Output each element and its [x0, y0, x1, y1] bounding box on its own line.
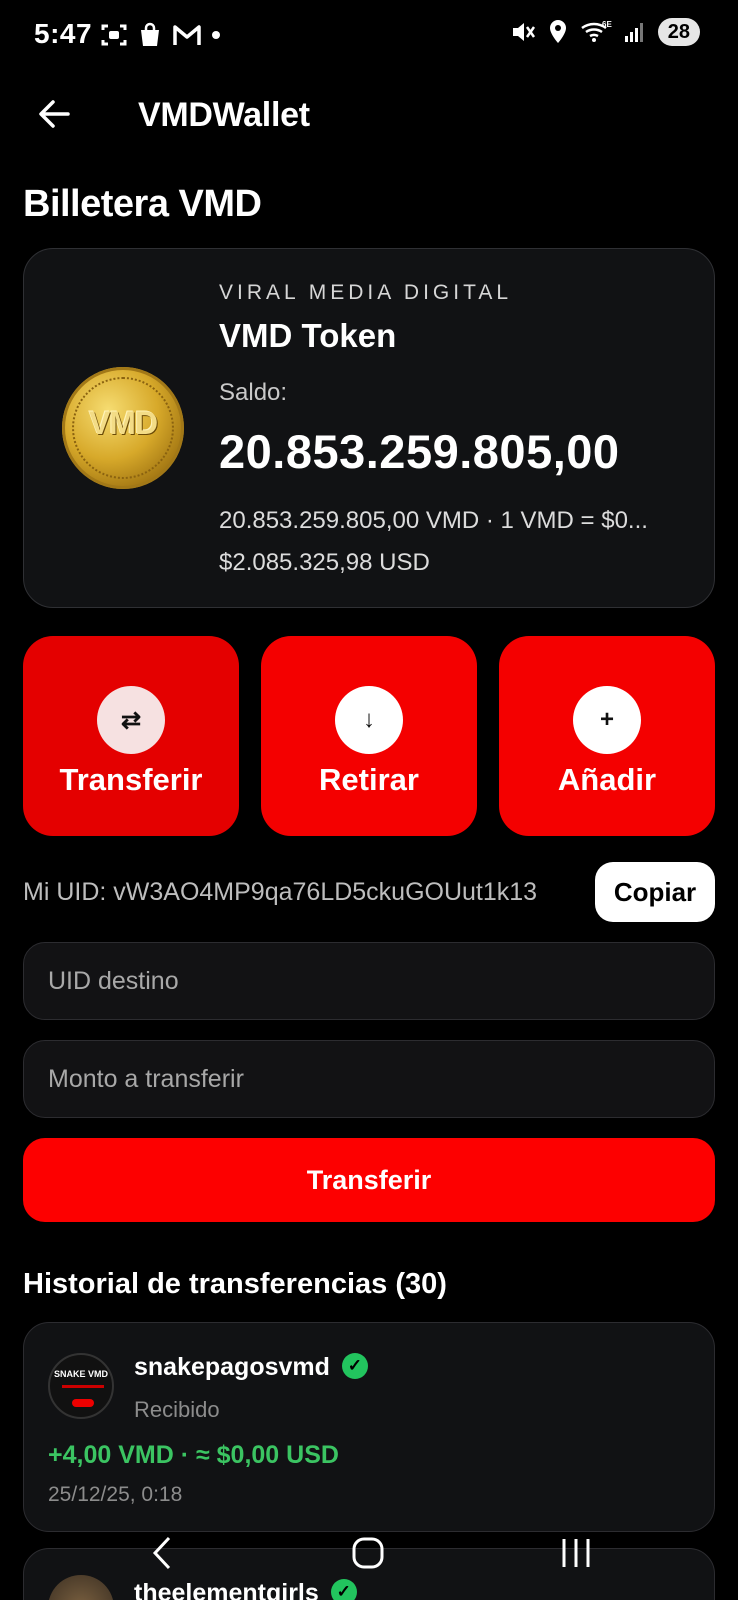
battery-icon: 28	[657, 18, 700, 46]
action-label: Retirar	[319, 762, 419, 797]
brand-label: VIRAL MEDIA DIGITAL	[219, 281, 513, 304]
history-title: Historial de transferencias (30)	[23, 1268, 447, 1300]
action-label: Añadir	[557, 762, 657, 797]
status-bar: 5:47 6E 28	[0, 0, 738, 70]
mute-icon	[512, 23, 535, 41]
action-label: Transferir	[59, 762, 203, 797]
arrow-left-icon	[39, 100, 70, 128]
withdraw-action-button[interactable]: ↓ Retirar	[261, 636, 477, 836]
wifi-icon: 6E	[581, 20, 612, 42]
add-action-button[interactable]: + Añadir	[499, 636, 715, 836]
history-date: 25/12/25, 0:18	[48, 1483, 183, 1506]
screenshot-icon	[101, 24, 127, 46]
balance-value: 20.853.259.805,00	[219, 425, 620, 478]
notification-dot	[212, 31, 220, 39]
history-user: snakepagosvmd ✓	[134, 1353, 368, 1382]
transfer-action-button[interactable]: ⇄ Transferir	[23, 636, 239, 836]
verified-check-icon: ✓	[330, 1579, 357, 1600]
transfer-submit-button[interactable]: Transferir	[23, 1138, 715, 1222]
shopping-bag-icon	[141, 22, 159, 46]
copy-uid-button[interactable]: Copiar	[595, 862, 715, 922]
avatar	[48, 1575, 114, 1600]
action-buttons: ⇄ Transferir ↓ Retirar + Añadir	[23, 636, 715, 836]
token-name: VMD Token	[219, 317, 397, 354]
verified-check-icon: ✓	[341, 1353, 368, 1380]
nav-recents-button[interactable]	[546, 1528, 606, 1578]
page-title: Billetera VMD	[23, 183, 262, 225]
uid-row: Mi UID: vW3AO4MP9qa76LD5ckuGOUut1k13 Cop…	[23, 862, 715, 924]
history-user: theelementgirls ✓	[134, 1579, 357, 1600]
amount-input[interactable]	[24, 1041, 714, 1117]
arrow-down-icon: ↓	[335, 686, 403, 754]
history-username: snakepagosvmd	[134, 1353, 330, 1381]
svg-text:6E: 6E	[602, 20, 612, 29]
status-time: 5:47	[34, 18, 93, 49]
history-amount: +4,00 VMD · ≈ $0,00 USD	[48, 1441, 339, 1469]
nav-home-button[interactable]	[338, 1528, 398, 1578]
gmail-icon	[173, 25, 201, 45]
my-uid-text: Mi UID: vW3AO4MP9qa76LD5ckuGOUut1k13	[23, 878, 538, 906]
nav-back-button[interactable]	[132, 1528, 192, 1578]
recents-icon	[562, 1539, 590, 1567]
destination-uid-input[interactable]	[24, 943, 714, 1019]
home-icon	[352, 1537, 384, 1569]
app-bar: VMDWallet	[0, 80, 738, 150]
wallet-card: VMD VIRAL MEDIA DIGITAL VMD Token Saldo:…	[23, 248, 715, 608]
amount-field	[23, 1040, 715, 1118]
plus-icon: +	[573, 686, 641, 754]
back-button[interactable]	[34, 94, 74, 134]
avatar-label: SNAKE VMD	[53, 1369, 108, 1379]
history-type: Recibido	[134, 1397, 220, 1422]
coin-label: VMD	[88, 405, 158, 441]
chevron-left-icon	[152, 1536, 171, 1570]
avatar: SNAKE VMD	[48, 1353, 114, 1419]
balance-usd: $2.085.325,98 USD	[219, 549, 430, 576]
history-item[interactable]: SNAKE VMD snakepagosvmd ✓ Recibido +4,00 …	[23, 1322, 715, 1532]
location-icon	[549, 20, 566, 43]
transfer-icon: ⇄	[97, 686, 165, 754]
signal-icon	[624, 23, 643, 42]
history-username: theelementgirls	[134, 1579, 319, 1600]
balance-detail: 20.853.259.805,00 VMD · 1 VMD = $0...	[219, 507, 648, 534]
destination-uid-field	[23, 942, 715, 1020]
balance-label: Saldo:	[219, 379, 288, 406]
vmd-coin-logo: VMD	[62, 367, 184, 489]
app-title: VMDWallet	[138, 96, 310, 134]
